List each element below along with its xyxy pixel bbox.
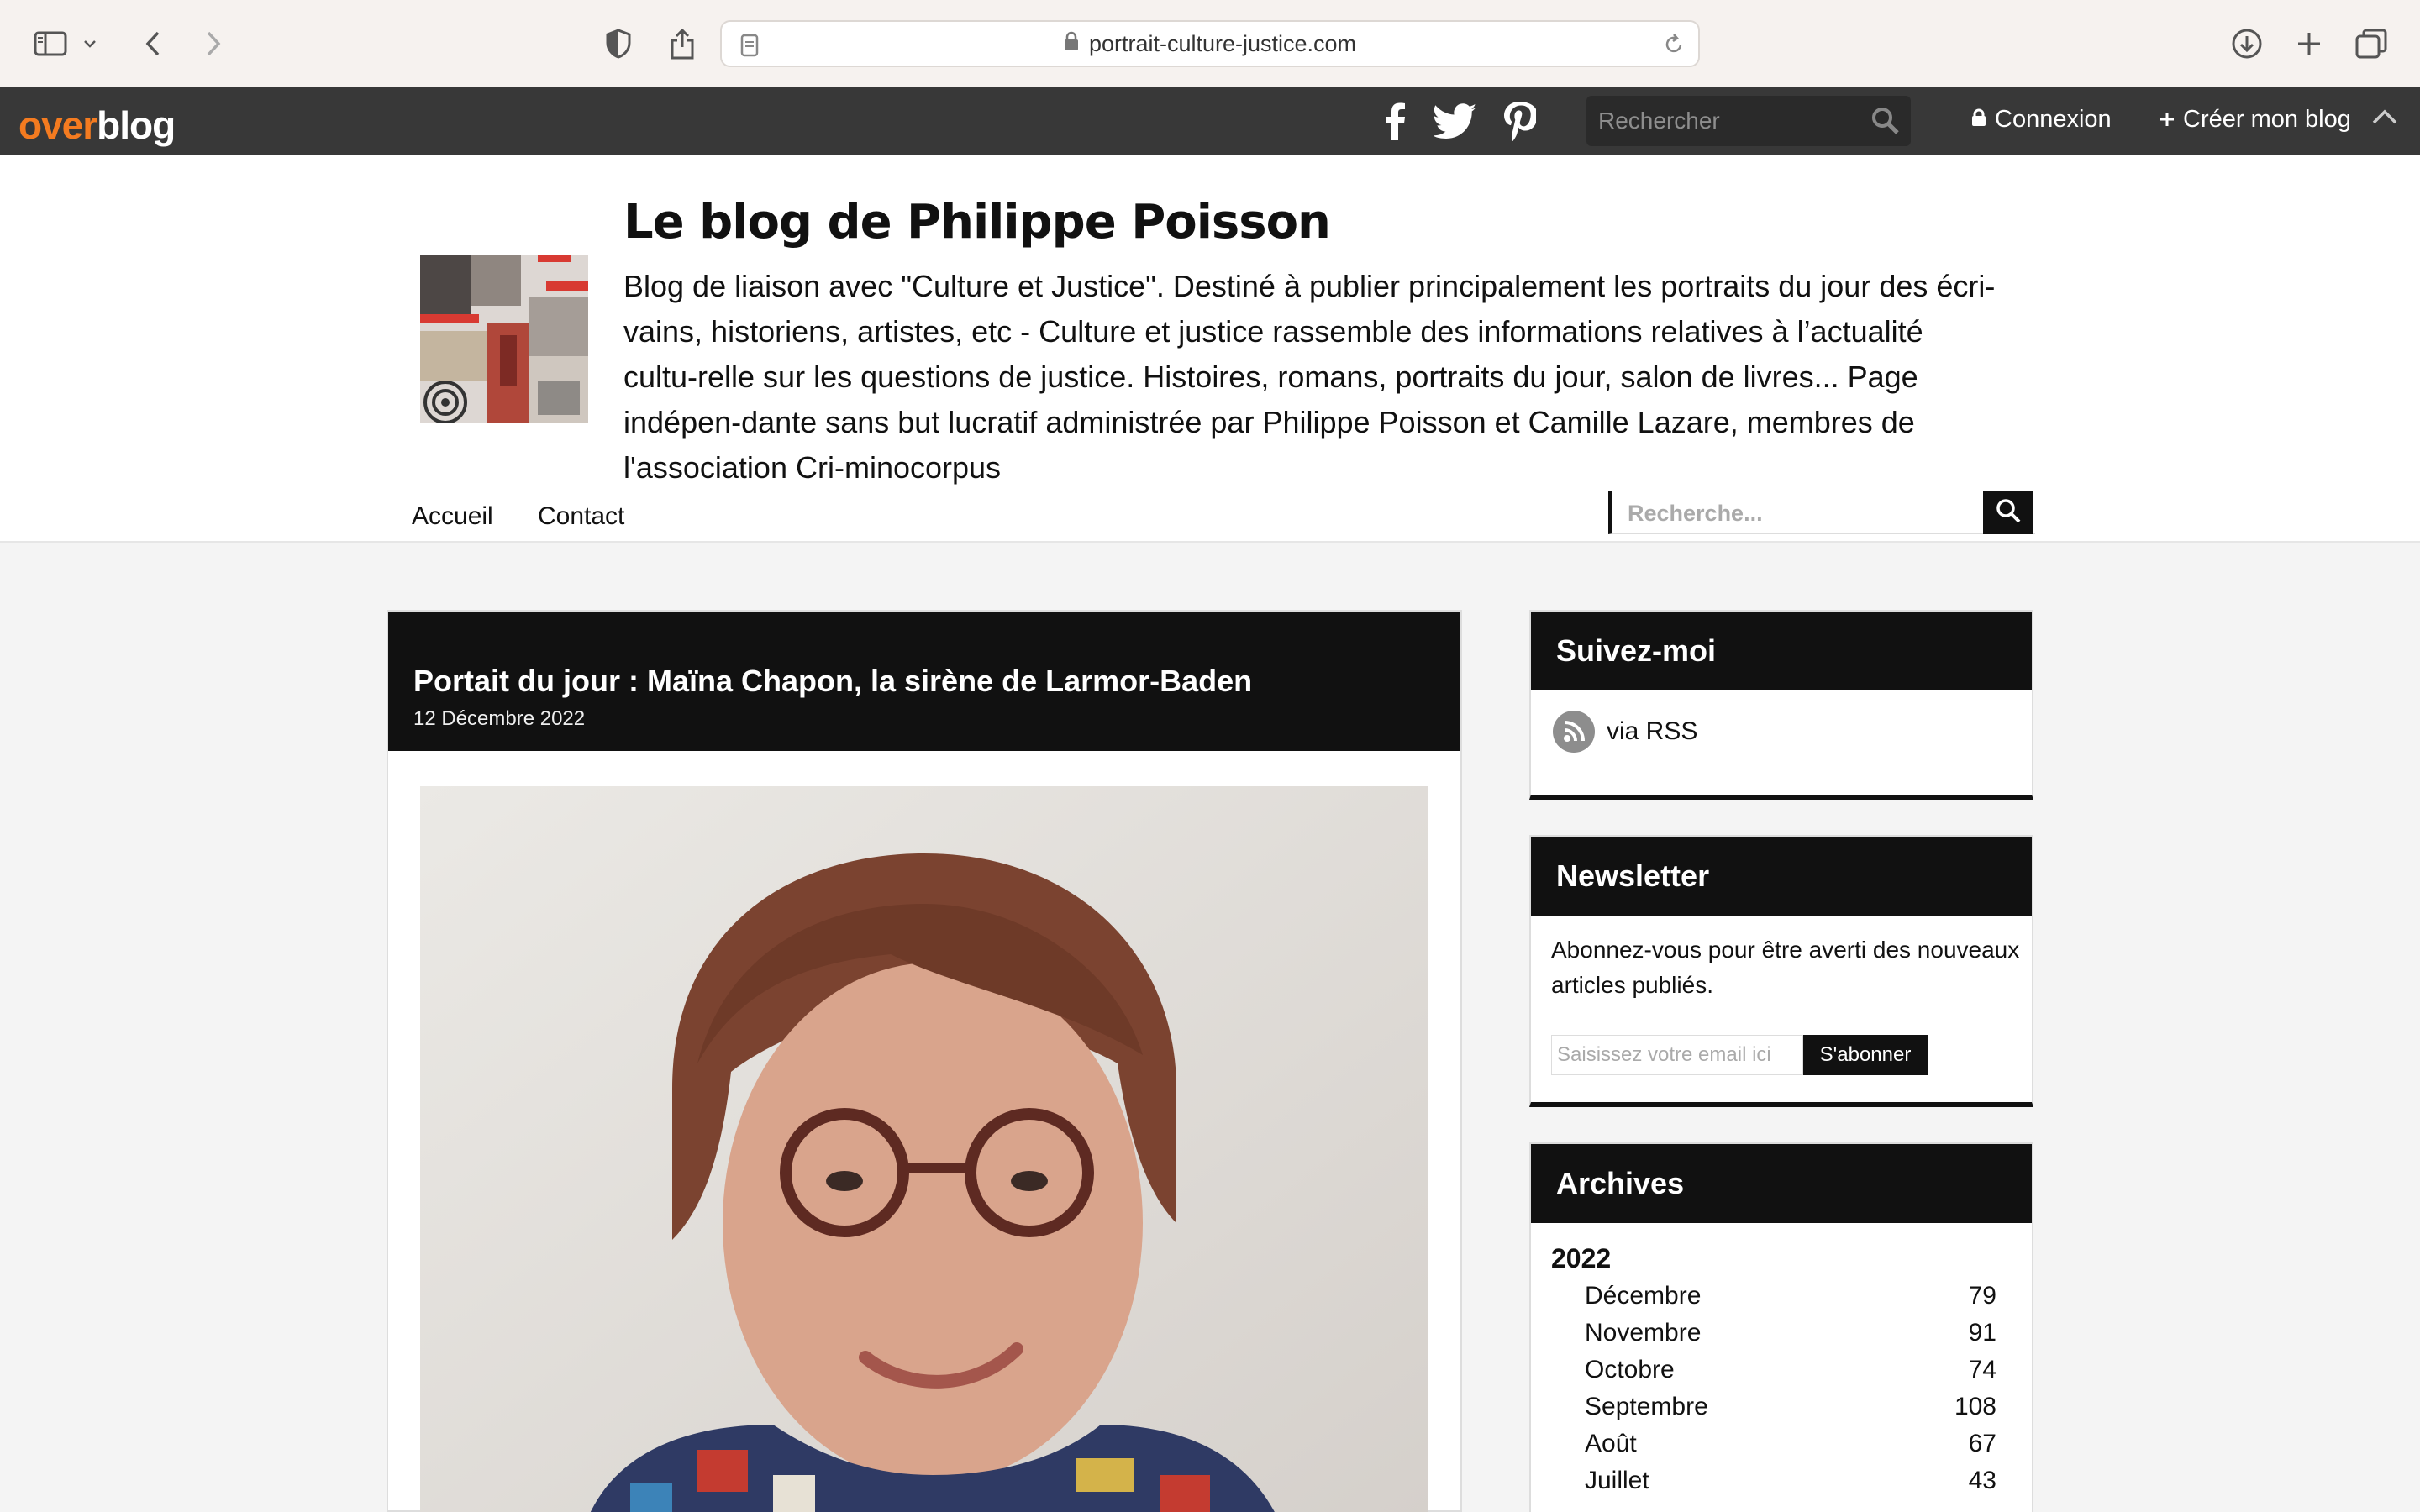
archive-month-row[interactable]: Décembre 79 (1585, 1282, 1996, 1310)
rss-icon (1553, 711, 1595, 753)
url-text: portrait-culture-justice.com (1088, 30, 1357, 56)
archive-month-count: 108 (1954, 1393, 1996, 1420)
privacy-shield-icon[interactable] (600, 25, 637, 62)
search-icon[interactable] (1870, 106, 1901, 140)
back-arrow-icon[interactable] (134, 25, 171, 62)
archive-month-row[interactable]: Septembre 108 (1585, 1393, 1996, 1421)
url-field[interactable]: portrait-culture-justice.com (720, 20, 1700, 67)
page-icon (740, 34, 759, 63)
overblog-logo[interactable]: overblog (18, 102, 176, 148)
archive-month-name: Novembre (1585, 1319, 1702, 1347)
widget-newsletter-title: Newsletter (1531, 837, 2032, 916)
article-title[interactable]: Portait du jour : Maïna Chapon, la sirèn… (413, 664, 1252, 699)
archive-month-name: Septembre (1585, 1393, 1708, 1420)
download-icon[interactable] (2228, 25, 2265, 62)
lock-icon (1064, 31, 1079, 57)
widget-archives: Archives 2022 Décembre 79 Novembre 91 Oc… (1529, 1142, 2033, 1512)
archive-month-count: 67 (1968, 1430, 1996, 1457)
blog-title[interactable]: Le blog de Philippe Poisson (623, 195, 1331, 249)
login-label: Connexion (1995, 106, 2112, 133)
reload-icon[interactable] (1663, 33, 1685, 62)
browser-toolbar: portrait-culture-justice.com (0, 0, 2420, 87)
rss-link[interactable]: via RSS (1553, 711, 1697, 753)
archive-month-count: 74 (1968, 1356, 1996, 1383)
archive-month-count: 91 (1968, 1319, 1996, 1347)
blog-search-button[interactable] (1983, 491, 2033, 534)
archive-month-row[interactable]: Octobre 74 (1585, 1356, 1996, 1384)
subscribe-button[interactable]: S'abonner (1803, 1035, 1928, 1075)
archive-month-count: 79 (1968, 1282, 1996, 1310)
create-blog-link[interactable]: Créer mon blog (2160, 106, 2351, 134)
chevron-up-icon[interactable] (2371, 108, 2398, 130)
overblog-bar: overblog Connexion Créer mon blog (0, 87, 2420, 155)
lock-icon (1971, 106, 1986, 134)
rss-label: via RSS (1607, 717, 1698, 745)
newsletter-email-input[interactable] (1551, 1035, 1803, 1075)
nav-item-contact[interactable]: Contact (538, 502, 624, 531)
widget-newsletter: Newsletter Abonnez-vous pour être averti… (1529, 835, 2033, 1107)
blog-search (1608, 491, 2035, 534)
widget-follow: Suivez-moi via RSS (1529, 610, 2033, 800)
article-photo[interactable] (420, 786, 1428, 1512)
archive-month-name: Décembre (1585, 1282, 1702, 1310)
nav-item-accueil[interactable]: Accueil (412, 502, 493, 531)
twitter-icon[interactable] (1434, 99, 1477, 143)
login-link[interactable]: Connexion (1971, 106, 2112, 134)
article-header: Portait du jour : Maïna Chapon, la sirèn… (388, 612, 1460, 751)
archive-month-name: Août (1585, 1430, 1637, 1457)
search-icon (1995, 497, 2022, 528)
logo-over: over (18, 103, 97, 147)
plus-icon (2160, 106, 2175, 134)
facebook-icon[interactable] (1373, 99, 1417, 143)
sidebar-icon[interactable] (32, 25, 69, 62)
pinterest-icon[interactable] (1497, 99, 1541, 143)
overblog-search-input[interactable] (1598, 102, 1859, 139)
widget-follow-title: Suivez-moi (1531, 612, 2032, 690)
blog-header: Le blog de Philippe Poisson Blog de liai… (0, 155, 2420, 543)
archive-month-row[interactable]: Juillet 43 (1585, 1467, 1996, 1495)
logo-blog: blog (97, 103, 176, 147)
blog-avatar-collage[interactable] (420, 255, 588, 423)
blog-description: Blog de liaison avec "Culture et Justice… (623, 269, 1996, 485)
chevron-down-icon[interactable] (77, 25, 103, 62)
blog-search-input[interactable] (1628, 498, 1964, 528)
create-blog-label: Créer mon blog (2183, 106, 2351, 133)
archive-month-count: 43 (1968, 1467, 1996, 1494)
forward-arrow-icon[interactable] (195, 25, 232, 62)
tabs-overview-icon[interactable] (2353, 25, 2390, 62)
widget-archives-title: Archives (1531, 1144, 2032, 1223)
article: Portait du jour : Maïna Chapon, la sirèn… (387, 610, 1462, 1512)
archive-month-name: Octobre (1585, 1356, 1675, 1383)
archive-month-name: Juillet (1585, 1467, 1649, 1494)
article-date: 12 Décembre 2022 (413, 707, 586, 730)
archive-year[interactable]: 2022 (1551, 1243, 1611, 1274)
archive-month-row[interactable]: Novembre 91 (1585, 1319, 1996, 1347)
overblog-search (1586, 96, 1911, 146)
plus-icon[interactable] (2291, 25, 2328, 62)
share-icon[interactable] (664, 25, 701, 62)
archive-month-row[interactable]: Août 67 (1585, 1430, 1996, 1458)
newsletter-text: Abonnez-vous pour être averti des nouvea… (1551, 937, 2020, 998)
